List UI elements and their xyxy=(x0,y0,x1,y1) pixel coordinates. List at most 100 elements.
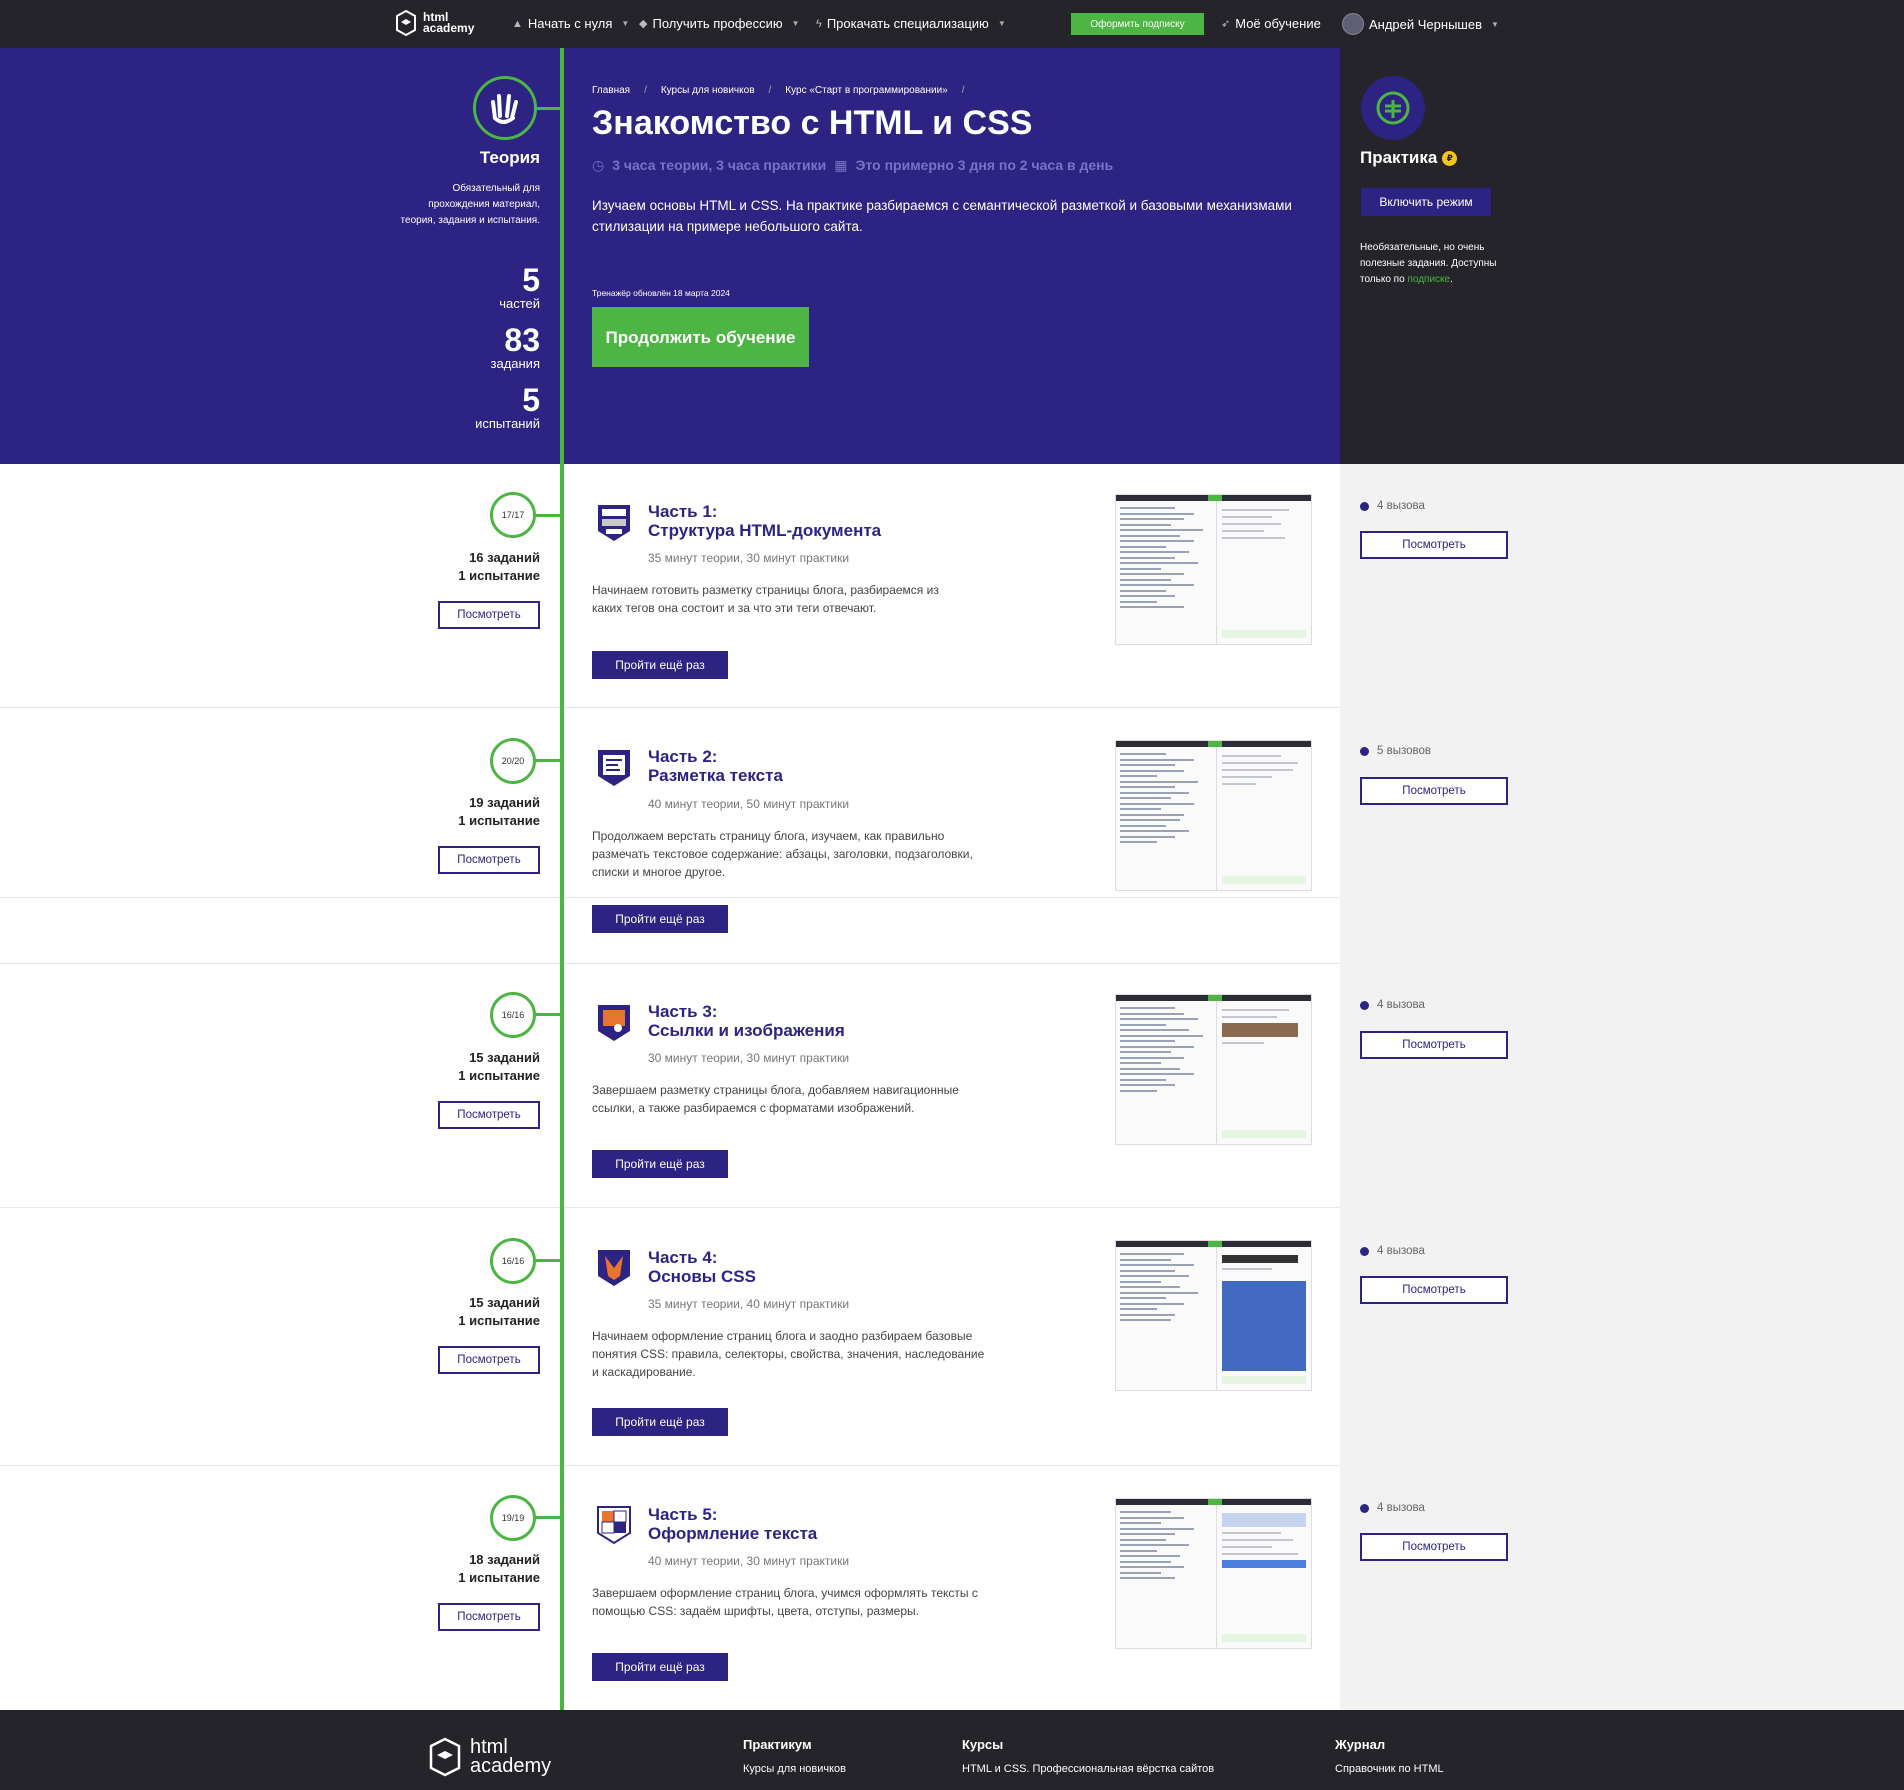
continue-button[interactable]: Продолжить обучение xyxy=(592,307,809,367)
footer-link-html-css[interactable]: HTML и CSS. Профессиональная вёрстка сай… xyxy=(962,1763,1214,1775)
retry-button[interactable]: Пройти ещё раз xyxy=(592,1408,728,1436)
part-preview-thumbnail[interactable] xyxy=(1115,494,1312,645)
breadcrumb-course[interactable]: Курс «Старт в программировании» xyxy=(785,85,947,96)
view-theory-button[interactable]: Посмотреть xyxy=(438,1101,540,1129)
retry-button[interactable]: Пройти ещё раз xyxy=(592,1150,728,1178)
part-name: Разметка текста xyxy=(648,766,783,785)
part-name: Оформление текста xyxy=(648,1524,818,1543)
chevron-down-icon: ▼ xyxy=(621,19,630,28)
font-kerning-icon xyxy=(597,1506,631,1545)
part-number: Часть 2: xyxy=(648,747,718,766)
part-tasks: 15 заданий xyxy=(469,1295,540,1310)
view-theory-button[interactable]: Посмотреть xyxy=(438,1346,540,1374)
progress-circle: 20/20 xyxy=(490,738,536,784)
part-tests: 1 испытание xyxy=(458,1570,540,1585)
breadcrumb-beginners[interactable]: Курсы для новичков xyxy=(661,85,755,96)
part-tasks: 16 заданий xyxy=(469,550,540,565)
challenge-label: 5 вызовов xyxy=(1377,745,1431,757)
footer-courses-title: Курсы xyxy=(962,1737,1004,1752)
part-preview-thumbnail[interactable] xyxy=(1115,1498,1312,1649)
breadcrumb: Главная / Курсы для новичков / Курс «Ста… xyxy=(592,85,965,96)
timeline xyxy=(560,48,564,1710)
footer-link-html-reference[interactable]: Справочник по HTML xyxy=(1335,1763,1444,1775)
footer-logo[interactable]: html academy xyxy=(428,1737,560,1777)
fist-icon xyxy=(1361,76,1425,140)
footer-journal-title: Журнал xyxy=(1335,1737,1386,1752)
user-menu[interactable]: Андрей Чернышев ▼ xyxy=(1342,13,1499,35)
dot-icon xyxy=(1360,1246,1369,1256)
stat-parts-label: частей xyxy=(499,296,540,311)
breadcrumb-separator: / xyxy=(961,85,965,96)
part-tests: 1 испытание xyxy=(458,1313,540,1328)
part-name: Основы CSS xyxy=(648,1267,756,1286)
retry-button[interactable]: Пройти ещё раз xyxy=(592,1653,728,1681)
footer xyxy=(0,1710,1904,1790)
user-name: Андрей Чернышев xyxy=(1369,16,1482,32)
text-document-icon xyxy=(598,750,630,786)
part-number: Часть 3: xyxy=(648,1002,718,1021)
part-time: 40 минут теории, 30 минут практики xyxy=(648,1554,850,1568)
part-tests: 1 испытание xyxy=(458,568,540,583)
view-theory-button[interactable]: Посмотреть xyxy=(438,846,540,874)
view-practice-button[interactable]: Посмотреть xyxy=(1360,1031,1508,1059)
coin-icon: ₽ xyxy=(1442,150,1458,166)
part-description: Завершаем разметку страницы блога, добав… xyxy=(592,1083,959,1115)
practice-column xyxy=(1340,464,1904,1710)
view-practice-button[interactable]: Посмотреть xyxy=(1360,1533,1508,1561)
head-body-tag-icon xyxy=(598,505,630,541)
view-practice-button[interactable]: Посмотреть xyxy=(1360,1276,1508,1304)
graduation-cap-icon: ◆ xyxy=(639,18,648,30)
nav-profession[interactable]: ◆ Получить профессию ▼ xyxy=(639,16,800,31)
dot-icon xyxy=(1360,501,1369,511)
part-tests: 1 испытание xyxy=(458,813,540,828)
footer-link-beginners[interactable]: Курсы для новичков xyxy=(743,1763,846,1775)
challenge-count: 5 вызовов xyxy=(1360,745,1431,757)
course-description: Изучаем основы HTML и CSS. На практике р… xyxy=(592,198,1292,234)
subscription-link[interactable]: подписке xyxy=(1407,274,1450,285)
chevron-down-icon: ▼ xyxy=(997,19,1006,28)
view-practice-button[interactable]: Посмотреть xyxy=(1360,531,1508,559)
retry-button[interactable]: Пройти ещё раз xyxy=(592,651,728,679)
stat-tasks-label: задания xyxy=(490,356,541,371)
academy-logo-icon xyxy=(396,10,416,36)
enable-mode-button[interactable]: Включить режим xyxy=(1361,188,1491,216)
part-number: Часть 5: xyxy=(648,1505,718,1524)
nav-start[interactable]: ▲ Начать с нуля ▼ xyxy=(512,16,629,31)
view-practice-button[interactable]: Посмотреть xyxy=(1360,777,1508,805)
retry-button[interactable]: Пройти ещё раз xyxy=(592,905,728,933)
part-preview-thumbnail[interactable] xyxy=(1115,1240,1312,1391)
footer-practicum-title: Практикум xyxy=(743,1737,812,1752)
image-link-icon xyxy=(598,1005,630,1041)
practice-note: Необязательные, но очень полезные задани… xyxy=(1360,240,1520,288)
chevron-down-icon: ▼ xyxy=(1490,19,1499,29)
part-time: 40 минут теории, 50 минут практики xyxy=(648,797,850,811)
course-meta: ◷ 3 часа теории, 3 часа практики ▦ Это п… xyxy=(592,157,1113,174)
stat-tasks-number: 83 xyxy=(504,322,540,358)
subscribe-button[interactable]: Оформить подписку xyxy=(1071,13,1204,35)
nav-specialization[interactable]: ϟ Прокачать специализацию ▼ xyxy=(816,16,1006,31)
breadcrumb-separator: / xyxy=(768,85,772,96)
challenge-count: 4 вызова xyxy=(1360,1502,1425,1514)
logo-text: html academy xyxy=(423,10,475,35)
part-preview-thumbnail[interactable] xyxy=(1115,740,1312,891)
css-fox-icon xyxy=(598,1250,630,1286)
part-description: Начинаем готовить разметку страницы блог… xyxy=(592,583,939,615)
part-description: Начинаем оформление страниц блога и заод… xyxy=(592,1329,985,1379)
course-time: 3 часа теории, 3 часа практики xyxy=(612,157,827,173)
practice-note-end: . xyxy=(1450,274,1453,285)
part-time: 35 минут теории, 40 минут практики xyxy=(648,1297,850,1311)
nav-start-label: Начать с нуля xyxy=(527,16,613,31)
part-time: 30 минут теории, 30 минут практики xyxy=(648,1051,850,1065)
challenge-label: 4 вызова xyxy=(1377,1502,1425,1514)
part-name: Ссылки и изображения xyxy=(648,1021,845,1040)
view-theory-button[interactable]: Посмотреть xyxy=(438,601,540,629)
rocket-icon: ➶ xyxy=(1221,18,1231,30)
part-preview-thumbnail[interactable] xyxy=(1115,994,1312,1145)
lightning-icon: ϟ xyxy=(816,17,822,30)
practice-title: Практика xyxy=(1360,148,1438,167)
breadcrumb-home[interactable]: Главная xyxy=(592,85,630,96)
challenge-count: 4 вызова xyxy=(1360,1245,1425,1257)
view-theory-button[interactable]: Посмотреть xyxy=(438,1603,540,1631)
nav-my-learning[interactable]: ➶ Моё обучение xyxy=(1221,16,1321,31)
logo[interactable]: html academy xyxy=(395,10,483,36)
